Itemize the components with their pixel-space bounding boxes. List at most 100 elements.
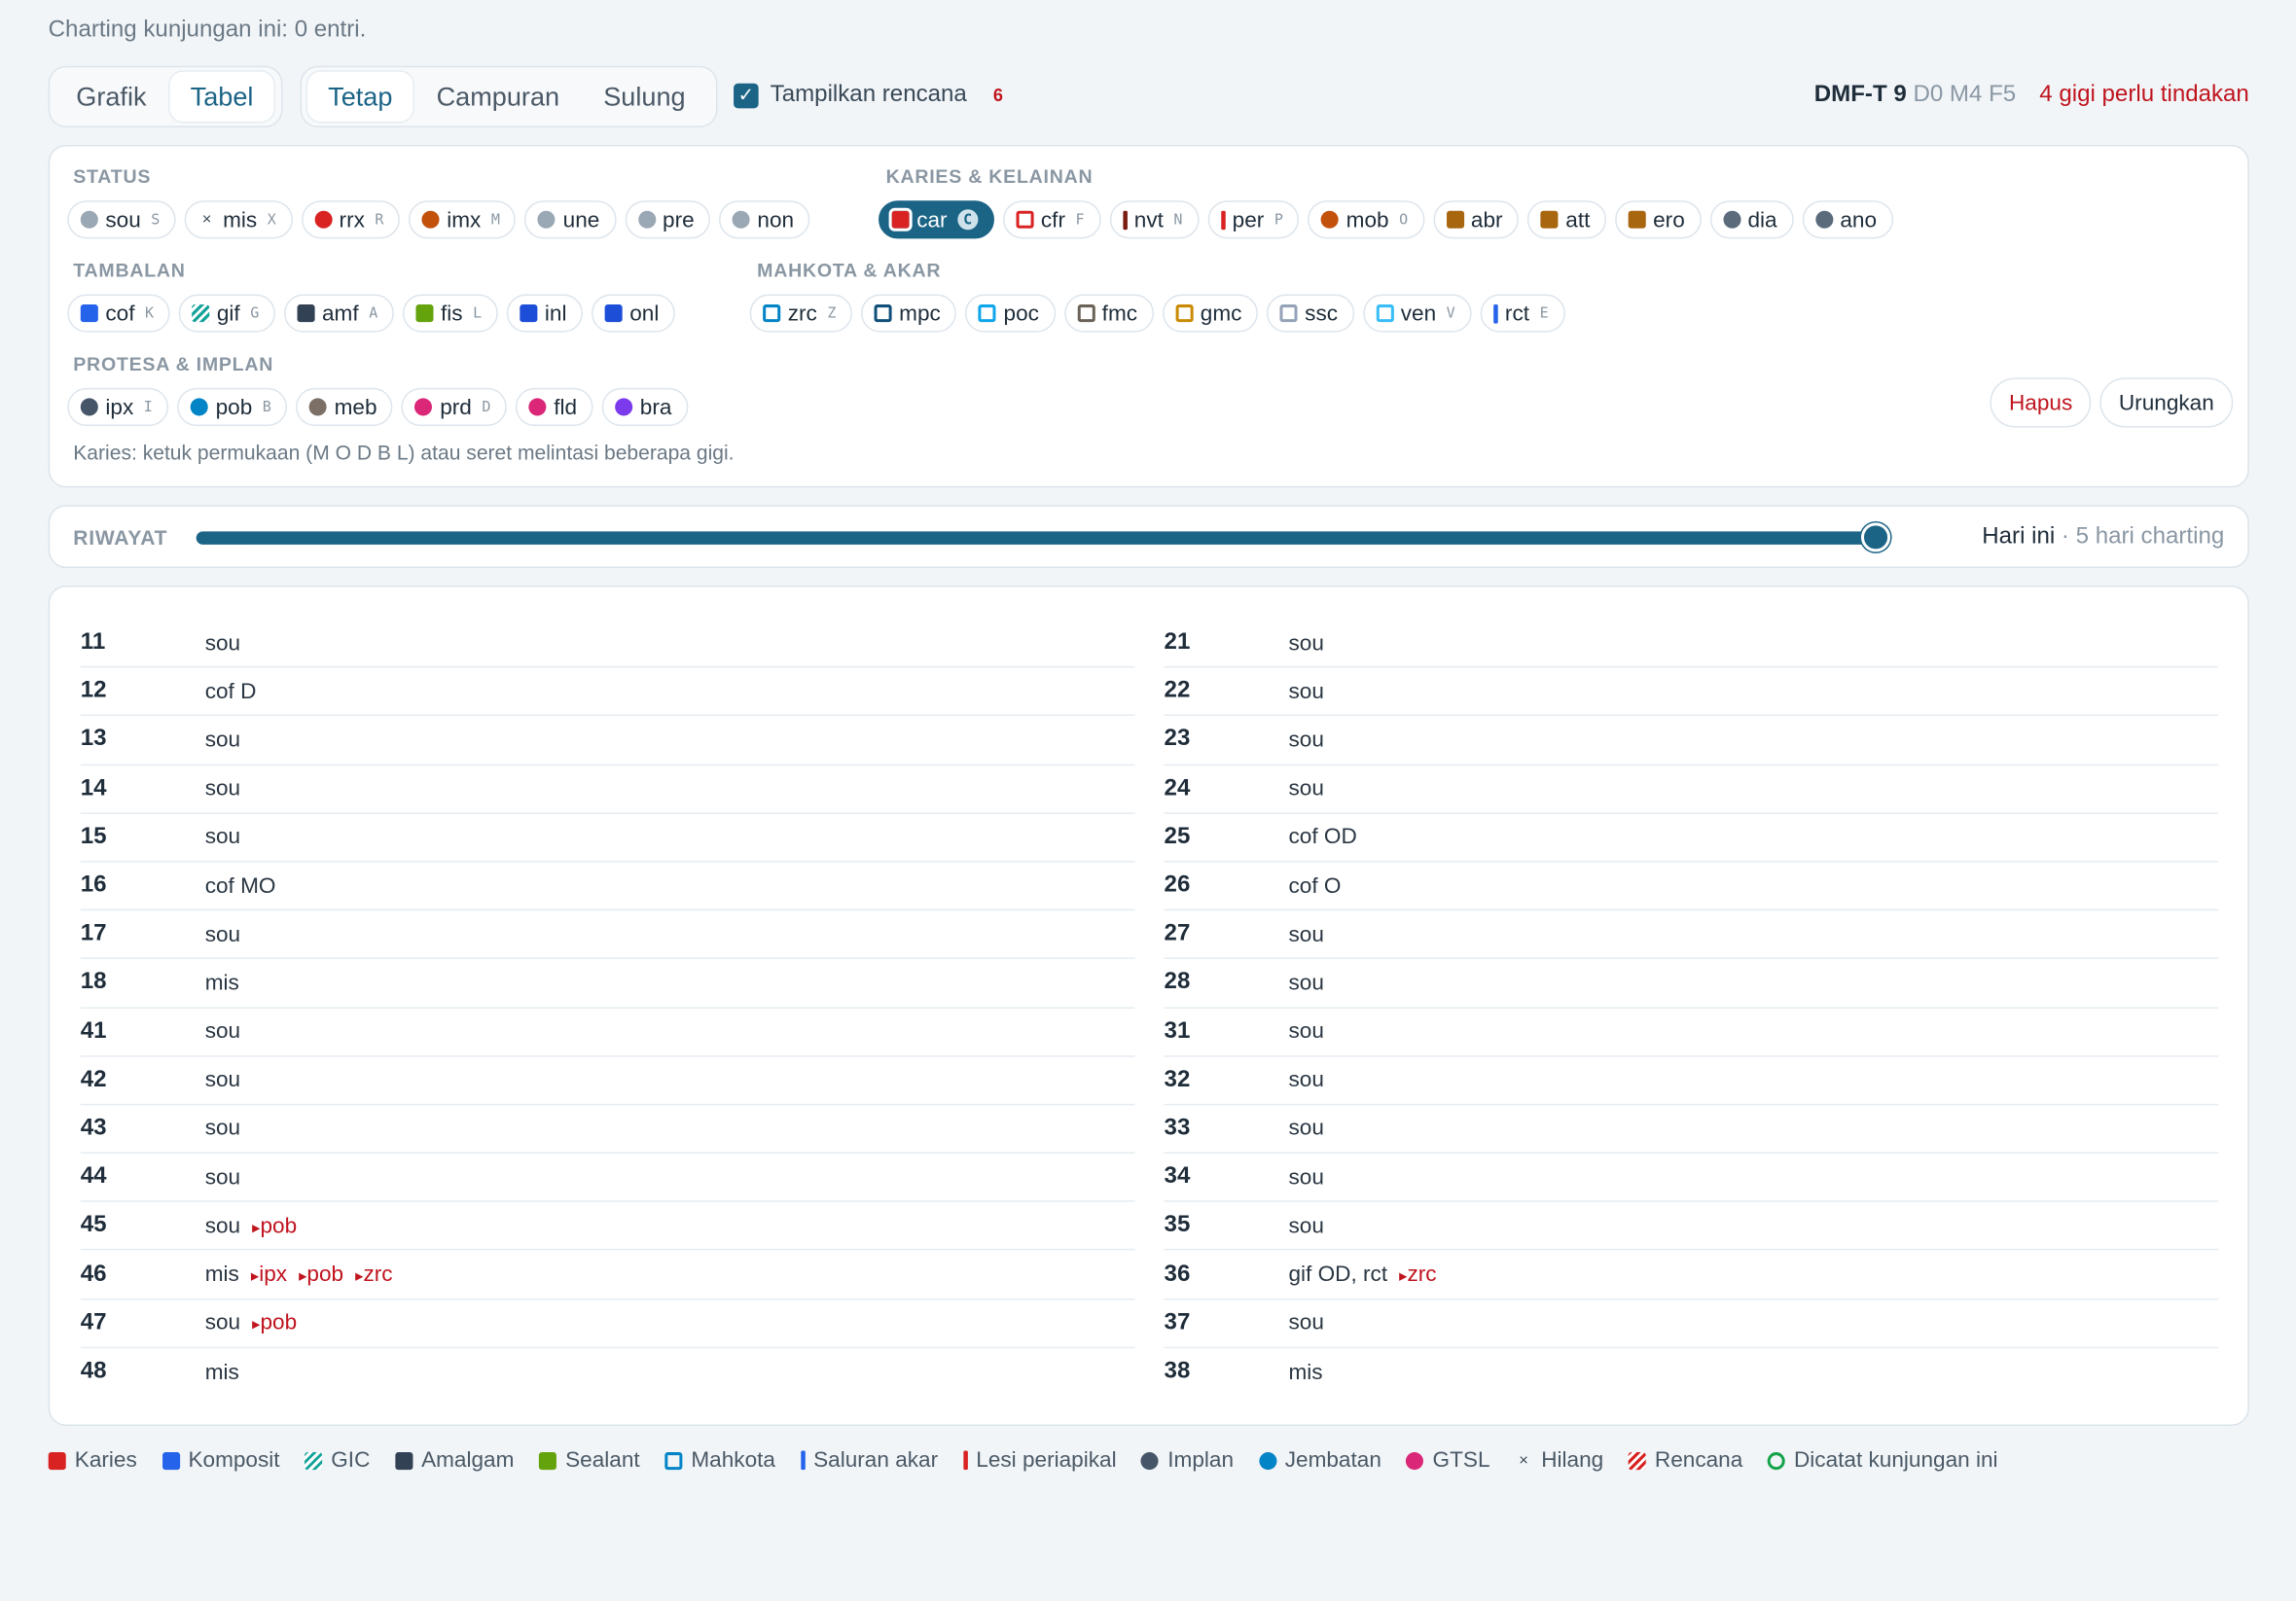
ipx-swatch-icon	[80, 398, 98, 416]
chip-fld[interactable]: fld	[516, 387, 593, 426]
chip-car[interactable]: car C	[879, 200, 994, 239]
table-row[interactable]: 36 gif OD, rct zrc	[1164, 1251, 2219, 1299]
table-row[interactable]: 14 sou	[80, 765, 1135, 814]
show-plan-checkbox[interactable]: ✓	[734, 83, 759, 108]
table-row[interactable]: 33 sou	[1164, 1105, 2219, 1155]
tooth-conditions: sou	[1288, 1213, 1324, 1239]
legend-item: GTSL	[1406, 1448, 1490, 1473]
chip-ero[interactable]: ero	[1614, 200, 1702, 239]
ero-swatch-icon	[1628, 210, 1646, 229]
chip-cof[interactable]: cof K	[67, 294, 170, 333]
table-row[interactable]: 13 sou	[80, 717, 1135, 765]
chip-label: dia	[1747, 206, 1777, 232]
table-row[interactable]: 17 sou	[80, 910, 1135, 960]
table-row[interactable]: 18 mis	[80, 959, 1135, 1009]
chip-gif[interactable]: gif G	[178, 294, 275, 333]
chip-onl[interactable]: onl	[592, 294, 675, 333]
table-row[interactable]: 38 mis	[1165, 1348, 2219, 1397]
table-row[interactable]: 12 cof D	[80, 668, 1135, 717]
tooth-conditions: cof O	[1288, 872, 1342, 899]
table-row[interactable]: 22 sou	[1164, 668, 2219, 717]
chip-non[interactable]: non	[719, 200, 810, 239]
legend-item: Saluran akar	[800, 1448, 938, 1473]
chip-inl[interactable]: inl	[506, 294, 584, 333]
tab-tabel[interactable]: Tabel	[169, 71, 274, 122]
une-swatch-icon	[538, 210, 556, 229]
table-row[interactable]: 35 sou	[1164, 1202, 2219, 1252]
chip-rct[interactable]: rct E	[1480, 294, 1565, 333]
chip-abr[interactable]: abr	[1432, 200, 1520, 239]
gif-swatch-icon	[192, 304, 210, 323]
tab-campuran[interactable]: Campuran	[416, 72, 581, 122]
chip-gmc[interactable]: gmc	[1162, 294, 1258, 333]
table-row[interactable]: 42 sou	[80, 1056, 1135, 1106]
table-row[interactable]: 41 sou	[80, 1008, 1135, 1057]
chip-imx[interactable]: imx M	[409, 200, 517, 239]
chip-sou[interactable]: sou S	[67, 200, 176, 239]
chip-nvt[interactable]: nvt N	[1109, 200, 1200, 239]
table-row[interactable]: 44 sou	[80, 1154, 1135, 1203]
chip-ipx[interactable]: ipx I	[67, 387, 169, 426]
table-row[interactable]: 48 mis	[81, 1348, 1135, 1397]
chip-mpc[interactable]: mpc	[861, 294, 957, 333]
chip-bra[interactable]: bra	[601, 387, 688, 426]
chip-ano[interactable]: ano	[1802, 200, 1893, 239]
table-column-right: 21 sou 22 sou 23 sou 24 sou 25 cof OD 26 cof O 27 sou…	[1164, 620, 2219, 1397]
table-row[interactable]: 46 misipxpobzrc	[80, 1251, 1135, 1299]
table-row[interactable]: 25 cof OD	[1164, 813, 2219, 863]
chip-prd[interactable]: prd D	[402, 387, 508, 426]
chip-fmc[interactable]: fmc	[1063, 294, 1154, 333]
chip-pob[interactable]: pob B	[177, 387, 288, 426]
clear-button[interactable]: Hapus	[1990, 377, 2092, 428]
chip-rrx[interactable]: rrx R	[301, 200, 401, 239]
table-row[interactable]: 21 sou	[1164, 620, 2219, 668]
table-row[interactable]: 32 sou	[1164, 1056, 2219, 1106]
chip-shortcut: S	[151, 211, 161, 229]
chip-ven[interactable]: ven V	[1362, 294, 1472, 333]
chip-amf[interactable]: amf A	[283, 294, 394, 333]
chip-dia[interactable]: dia	[1709, 200, 1794, 239]
chip-poc[interactable]: poc	[965, 294, 1056, 333]
tooth-number: 44	[80, 1163, 107, 1190]
legend-label: Karies	[74, 1447, 137, 1474]
chip-shortcut: M	[490, 211, 500, 229]
show-plan-toggle[interactable]: ✓ Tampilkan rencana 6	[734, 82, 1003, 108]
table-row[interactable]: 47 soupob	[80, 1299, 1135, 1348]
table-row[interactable]: 11 sou	[80, 620, 1135, 668]
table-row[interactable]: 31 sou	[1164, 1008, 2219, 1057]
tab-grafik[interactable]: Grafik	[55, 72, 166, 122]
chip-label: fis	[440, 301, 463, 326]
tooth-number: 46	[80, 1261, 107, 1287]
history-slider-thumb[interactable]	[1860, 522, 1891, 552]
table-row[interactable]: 15 sou	[80, 813, 1135, 863]
table-row[interactable]: 34 sou	[1164, 1154, 2219, 1203]
plan-count-badge: 6	[992, 85, 1003, 106]
chip-zrc[interactable]: zrc Z	[749, 294, 853, 333]
chip-per[interactable]: per P	[1207, 200, 1300, 239]
chip-une[interactable]: une	[524, 200, 616, 239]
chip-mis[interactable]: × mis X	[184, 200, 293, 239]
table-row[interactable]: 27 sou	[1164, 910, 2219, 960]
table-row[interactable]: 43 sou	[80, 1105, 1135, 1155]
chip-fis[interactable]: fis L	[402, 294, 498, 333]
history-slider-track[interactable]	[196, 531, 1881, 545]
tab-sulung[interactable]: Sulung	[583, 72, 706, 122]
table-row[interactable]: 16 cof MO	[80, 862, 1135, 911]
chip-ssc[interactable]: ssc	[1267, 294, 1354, 333]
table-row[interactable]: 28 sou	[1164, 959, 2219, 1009]
chip-pre[interactable]: pre	[624, 200, 711, 239]
table-row[interactable]: 37 sou	[1164, 1299, 2219, 1348]
chip-att[interactable]: att	[1527, 200, 1606, 239]
tab-tetap[interactable]: Tetap	[307, 71, 413, 122]
table-row[interactable]: 45 soupob	[80, 1202, 1135, 1252]
chip-meb[interactable]: meb	[296, 387, 394, 426]
tooth-conditions: sou	[204, 630, 241, 656]
table-row[interactable]: 24 sou	[1164, 765, 2219, 814]
fmc-swatch-icon	[1077, 304, 1095, 323]
rct-swatch-icon	[1492, 303, 1498, 323]
chip-mob[interactable]: mob O	[1308, 200, 1424, 239]
table-row[interactable]: 23 sou	[1164, 717, 2219, 765]
table-row[interactable]: 26 cof O	[1164, 862, 2219, 911]
chip-cfr[interactable]: cfr F	[1002, 200, 1101, 239]
undo-button[interactable]: Urungkan	[2099, 377, 2234, 428]
